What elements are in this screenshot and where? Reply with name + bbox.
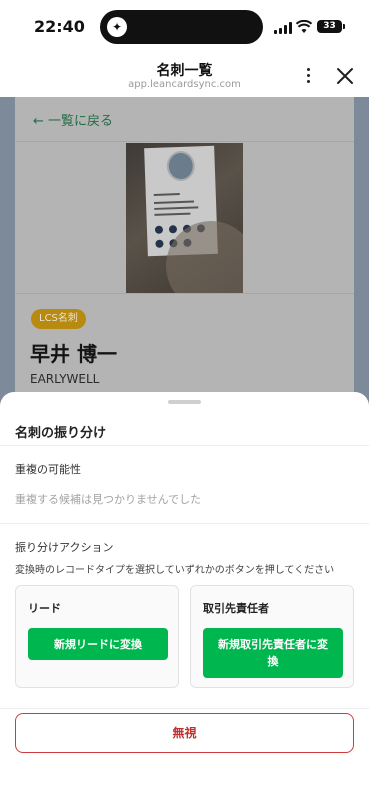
- business-card-photo[interactable]: [126, 143, 243, 293]
- status-bar: 22:40 ✦ 33: [0, 0, 369, 54]
- browser-nav-bar: 名刺一覧 app.leancardsync.com: [0, 54, 369, 97]
- action-help-text: 変換時のレコードタイプを選択していずれかのボタンを押してください: [15, 565, 335, 576]
- contact-name: 早井 博一: [30, 342, 117, 366]
- page-overlay: ← 一覧に戻る LCS名刺 早井 博一 EARLYWELL: [0, 97, 369, 407]
- dynamic-island: ✦: [100, 10, 263, 44]
- sheet-title: 名刺の振り分け: [15, 426, 107, 441]
- wifi-icon: [296, 20, 312, 33]
- avatar: [166, 150, 196, 182]
- company-name: EARLYWELL: [30, 372, 100, 386]
- contact-option-label: 取引先責任者: [203, 602, 269, 615]
- app-activity-icon: ✦: [107, 17, 127, 37]
- sort-bottom-sheet: 名刺の振り分け 重複の可能性 重複する候補は見つかりませんでした 振り分けアクシ…: [0, 392, 369, 800]
- duplicate-section-label: 重複の可能性: [15, 463, 81, 476]
- convert-to-lead-button[interactable]: 新規リードに変換: [28, 628, 168, 660]
- contact-option-card: 取引先責任者 新規取引先責任者に変換: [190, 585, 354, 688]
- convert-to-contact-button[interactable]: 新規取引先責任者に変換: [203, 628, 343, 678]
- status-time: 22:40: [34, 17, 85, 36]
- battery-icon: 33: [317, 20, 345, 33]
- duplicate-result-text: 重複する候補は見つかりませんでした: [15, 493, 202, 506]
- close-icon[interactable]: [334, 65, 356, 87]
- cellular-signal-icon: [274, 22, 294, 34]
- lead-option-card: リード 新規リードに変換: [15, 585, 179, 688]
- action-section-label: 振り分けアクション: [15, 541, 114, 554]
- ignore-button[interactable]: 無視: [15, 713, 354, 753]
- business-card-detail: ← 一覧に戻る LCS名刺 早井 博一 EARLYWELL: [15, 97, 354, 407]
- sheet-grabber[interactable]: [168, 400, 201, 404]
- more-options-button[interactable]: [298, 64, 320, 88]
- card-type-badge: LCS名刺: [31, 309, 86, 329]
- lead-option-label: リード: [28, 602, 61, 615]
- back-to-list-link[interactable]: ← 一覧に戻る: [33, 110, 113, 129]
